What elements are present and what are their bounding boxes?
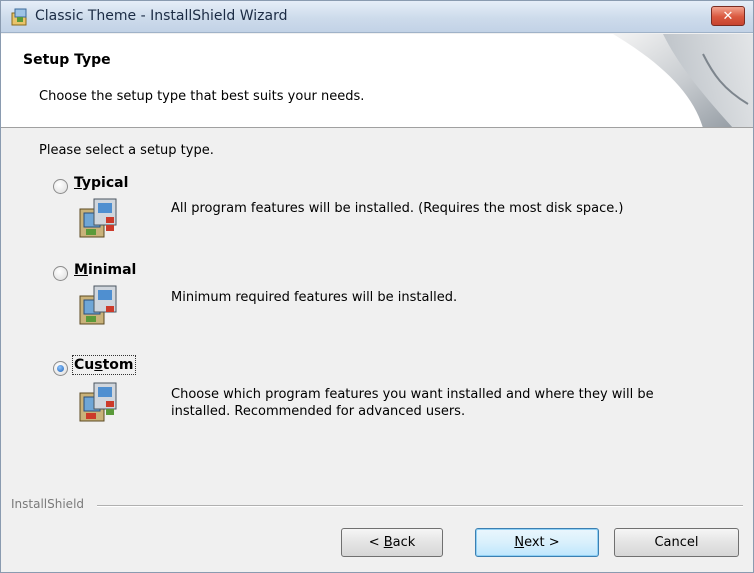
header-banner-image <box>603 34 753 127</box>
custom-label[interactable]: Custom <box>72 355 136 375</box>
back-button-pre: < <box>368 535 384 550</box>
close-icon: ✕ <box>722 8 734 24</box>
installshield-brand: InstallShield <box>11 497 85 511</box>
separator-line <box>97 505 743 507</box>
typical-mnemonic: T <box>74 175 82 191</box>
custom-label-pre: Cu <box>74 357 95 373</box>
typical-radio[interactable] <box>53 179 68 194</box>
installer-window: Classic Theme - InstallShield Wizard ✕ S… <box>0 0 754 573</box>
computer-setup-icon <box>79 382 117 422</box>
window-title: Classic Theme - InstallShield Wizard <box>35 8 288 24</box>
typical-label[interactable]: Typical <box>74 175 128 191</box>
cancel-button-label: Cancel <box>654 535 699 550</box>
minimal-label-rest: inimal <box>87 262 137 278</box>
custom-mnemonic: s <box>94 357 103 373</box>
next-mnemonic: N <box>514 535 525 550</box>
title-bar[interactable]: Classic Theme - InstallShield Wizard ✕ <box>1 1 753 33</box>
cancel-button[interactable]: Cancel <box>614 528 739 557</box>
brand-separator: InstallShield <box>1 497 753 513</box>
minimal-radio[interactable] <box>53 266 68 281</box>
next-button[interactable]: Next > <box>475 528 599 557</box>
typical-description: All program features will be installed. … <box>171 201 624 216</box>
next-button-rest: ext > <box>524 535 560 550</box>
page-title: Setup Type <box>23 52 111 68</box>
minimal-description: Minimum required features will be instal… <box>171 290 458 305</box>
back-button[interactable]: < Back <box>341 528 443 557</box>
back-button-rest: ack <box>392 535 416 550</box>
custom-description: Choose which program features you want i… <box>171 387 654 419</box>
typical-label-rest: ypical <box>81 175 129 191</box>
custom-label-rest: tom <box>102 357 134 373</box>
computer-setup-icon <box>79 285 117 325</box>
installer-icon <box>11 8 27 26</box>
back-mnemonic: B <box>383 535 393 550</box>
close-button[interactable]: ✕ <box>711 6 745 26</box>
header-panel: Setup Type Choose the setup type that be… <box>1 34 753 128</box>
minimal-label[interactable]: Minimal <box>74 262 136 278</box>
custom-radio[interactable] <box>53 361 68 376</box>
setup-prompt: Please select a setup type. <box>39 143 214 158</box>
setup-type-panel: Please select a setup type. Typical All … <box>1 129 753 485</box>
page-subtitle: Choose the setup type that best suits yo… <box>39 89 365 104</box>
minimal-mnemonic: M <box>74 262 88 278</box>
computer-setup-icon <box>79 198 117 238</box>
